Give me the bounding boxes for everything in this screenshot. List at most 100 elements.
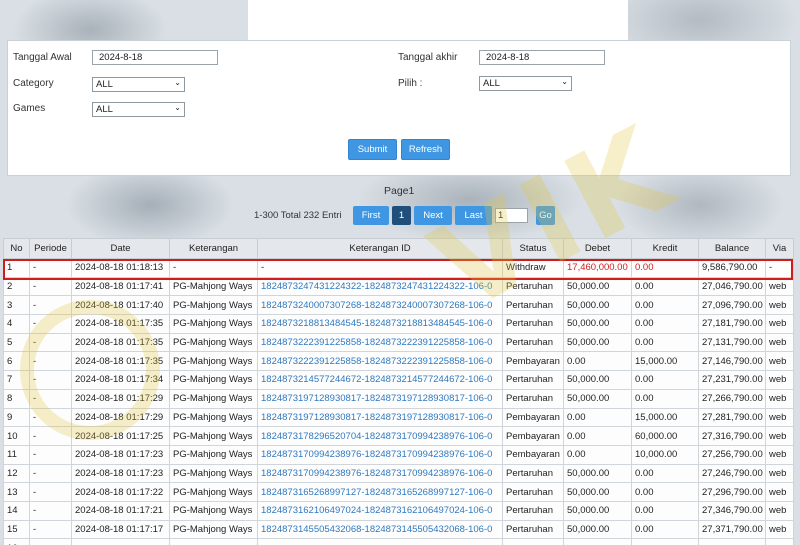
current-page-button[interactable]: 1	[392, 206, 411, 225]
go-button[interactable]: Go	[536, 206, 555, 225]
cell-balance: 27,046,790.00	[698, 276, 766, 297]
category-select[interactable]: ALL ⌄	[92, 77, 185, 92]
category-label: Category	[13, 78, 54, 89]
table-row[interactable]: 3-2024-08-18 01:17:40 PG-Mahjong Ways 1824…	[3, 295, 794, 316]
transactions-table: No Periode Date Keterangan Keterangan ID…	[3, 238, 794, 545]
games-select[interactable]: ALL ⌄	[92, 102, 185, 117]
cell-date: 2024-08-18 01:17:35	[71, 314, 170, 334]
cell-status: Pertaruhan	[502, 519, 564, 540]
table-row[interactable]: 5-2024-08-18 01:17:35 PG-Mahjong Ways 1824…	[3, 332, 794, 353]
cell-balance: 27,316,790.00	[698, 426, 766, 446]
table-row[interactable]: 13-2024-08-18 01:17:22 PG-Mahjong Ways 182…	[3, 482, 794, 502]
cell-keterangan-id[interactable]: 1824873222391225858-1824873222391225858-…	[257, 351, 503, 372]
col-header-keterangan[interactable]: Keterangan	[169, 238, 258, 259]
cell-date: 2024-08-18 01:17:22	[71, 482, 170, 502]
cell-status: Pertaruhan	[502, 370, 564, 390]
cell-kredit: 10,000.00	[631, 444, 699, 465]
cell-no: 12	[3, 463, 30, 484]
cell-keterangan-id[interactable]: 1824873218813484545-1824873218813484545-…	[257, 314, 503, 334]
cell-via: web	[765, 444, 794, 465]
page-number-input[interactable]: 1	[495, 208, 528, 223]
table-row[interactable]: 8-2024-08-18 01:17:29 PG-Mahjong Ways 1824…	[3, 388, 794, 409]
table-row[interactable]: 15-2024-08-18 01:17:17 PG-Mahjong Ways 182…	[3, 519, 794, 540]
col-header-keterangan-id[interactable]: Keterangan ID	[257, 238, 503, 259]
cell-balance: 27,281,790.00	[698, 407, 766, 428]
col-header-debet[interactable]: Debet	[563, 238, 632, 259]
tanggal-akhir-input[interactable]: 2024-8-18	[479, 50, 605, 65]
cell-kredit: 0.00	[631, 519, 699, 540]
cell-via: web	[765, 519, 794, 540]
col-header-balance[interactable]: Balance	[698, 238, 766, 259]
col-header-via[interactable]: Via	[765, 238, 794, 259]
cell-keterangan-id[interactable]: 1824873197128930817-1824873197128930817-…	[257, 407, 503, 428]
cell-debet: 50,000.00	[563, 314, 632, 334]
cell-date	[71, 538, 170, 545]
col-header-kredit[interactable]: Kredit	[631, 238, 699, 259]
cell-date: 2024-08-18 01:17:17	[71, 519, 170, 540]
cell-no: 14	[3, 500, 30, 521]
cell-via: web	[765, 295, 794, 316]
cell-keterangan-id[interactable]: 1824873170994238976-1824873170994238976-…	[257, 463, 503, 484]
last-page-button[interactable]: Last	[455, 206, 492, 225]
cell-date: 2024-08-18 01:17:34	[71, 370, 170, 390]
tanggal-awal-input[interactable]: 2024-8-18	[92, 50, 218, 65]
first-page-button[interactable]: First	[353, 206, 389, 225]
next-page-button[interactable]: Next	[414, 206, 452, 225]
refresh-button[interactable]: Refresh	[401, 139, 450, 160]
table-header-row: No Periode Date Keterangan Keterangan ID…	[3, 238, 794, 259]
submit-button[interactable]: Submit	[348, 139, 397, 160]
col-header-no[interactable]: No	[3, 238, 30, 259]
cell-balance: 27,096,790.00	[698, 295, 766, 316]
cell-debet: 50,000.00	[563, 482, 632, 502]
cell-date: 2024-08-18 01:17:35	[71, 351, 170, 372]
table-row[interactable]: 11-2024-08-18 01:17:23 PG-Mahjong Ways 182…	[3, 444, 794, 465]
cell-keterangan-id[interactable]: 1824873197128930817-1824873197128930817-…	[257, 388, 503, 409]
cell-keterangan-id[interactable]: 1824873170994238976-1824873170994238976-…	[257, 444, 503, 465]
cell-debet: 50,000.00	[563, 463, 632, 484]
cell-balance: 27,246,790.00	[698, 463, 766, 484]
cell-keterangan-id[interactable]: 1824873247431224322-1824873247431224322-…	[257, 276, 503, 297]
cell-status: Pertaruhan	[502, 332, 564, 353]
cell-keterangan-id[interactable]: 1824873222391225858-1824873222391225858-…	[257, 332, 503, 353]
cell-keterangan: PG-Mahjong Ways	[169, 332, 258, 353]
col-header-periode[interactable]: Periode	[29, 238, 72, 259]
cell-keterangan-id[interactable]: 1824873178296520704-1824873170994238976-…	[257, 426, 503, 446]
table-row[interactable]: 12-2024-08-18 01:17:23 PG-Mahjong Ways 182…	[3, 463, 794, 484]
table-row[interactable]: 1-2024-08-18 01:18:13- - Withdraw 17,460,00…	[3, 258, 794, 278]
table-row[interactable]: 4-2024-08-18 01:17:35 PG-Mahjong Ways 1824…	[3, 314, 794, 334]
cell-keterangan	[169, 538, 258, 545]
table-row[interactable]: 7-2024-08-18 01:17:34 PG-Mahjong Ways 1824…	[3, 370, 794, 390]
games-select-value: ALL	[96, 104, 113, 115]
cell-debet: 50,000.00	[563, 295, 632, 316]
table-row[interactable]: 6-2024-08-18 01:17:35 PG-Mahjong Ways 1824…	[3, 351, 794, 372]
cell-status: Pertaruhan	[502, 295, 564, 316]
table-row[interactable]: 14-2024-08-18 01:17:21 PG-Mahjong Ways 182…	[3, 500, 794, 521]
cell-status: Pertaruhan	[502, 482, 564, 502]
cell-no: 8	[3, 388, 30, 409]
cell-periode: -	[29, 276, 72, 297]
table-row[interactable]: 10-2024-08-18 01:17:25 PG-Mahjong Ways 182…	[3, 426, 794, 446]
cell-keterangan-id[interactable]: 1824873162106497024-1824873162106497024-…	[257, 500, 503, 521]
col-header-date[interactable]: Date	[71, 238, 170, 259]
col-header-status[interactable]: Status	[502, 238, 564, 259]
cell-balance: 27,131,790.00	[698, 332, 766, 353]
cell-balance: 9,586,790.00	[698, 258, 766, 278]
cell-keterangan-id[interactable]: 1824873214577244672-1824873214577244672-…	[257, 370, 503, 390]
pilih-select[interactable]: ALL ⌄	[479, 76, 572, 91]
cell-no: 13	[3, 482, 30, 502]
table-row[interactable]: 2-2024-08-18 01:17:41 PG-Mahjong Ways 1824…	[3, 276, 794, 297]
cell-keterangan: PG-Mahjong Ways	[169, 388, 258, 409]
cell-keterangan-id[interactable]: 1824873165268997127-1824873165268997127-…	[257, 482, 503, 502]
table-row[interactable]: 9-2024-08-18 01:17:29 PG-Mahjong Ways 1824…	[3, 407, 794, 428]
cell-date: 2024-08-18 01:17:21	[71, 500, 170, 521]
cell-keterangan-id[interactable]: 1824873145505432068-1824873145505432068-…	[257, 519, 503, 540]
cell-no: 5	[3, 332, 30, 353]
cell-date: 2024-08-18 01:18:13	[71, 258, 170, 278]
cell-kredit: 0.00	[631, 295, 699, 316]
cell-keterangan: PG-Mahjong Ways	[169, 407, 258, 428]
cell-no: 16	[3, 538, 30, 545]
cell-keterangan-id[interactable]: 1824873240007307268-1824873240007307268-…	[257, 295, 503, 316]
cell-kredit: 0.00	[631, 388, 699, 409]
cell-keterangan-id[interactable]	[257, 538, 503, 545]
table-row[interactable]: 16-	[3, 538, 794, 545]
